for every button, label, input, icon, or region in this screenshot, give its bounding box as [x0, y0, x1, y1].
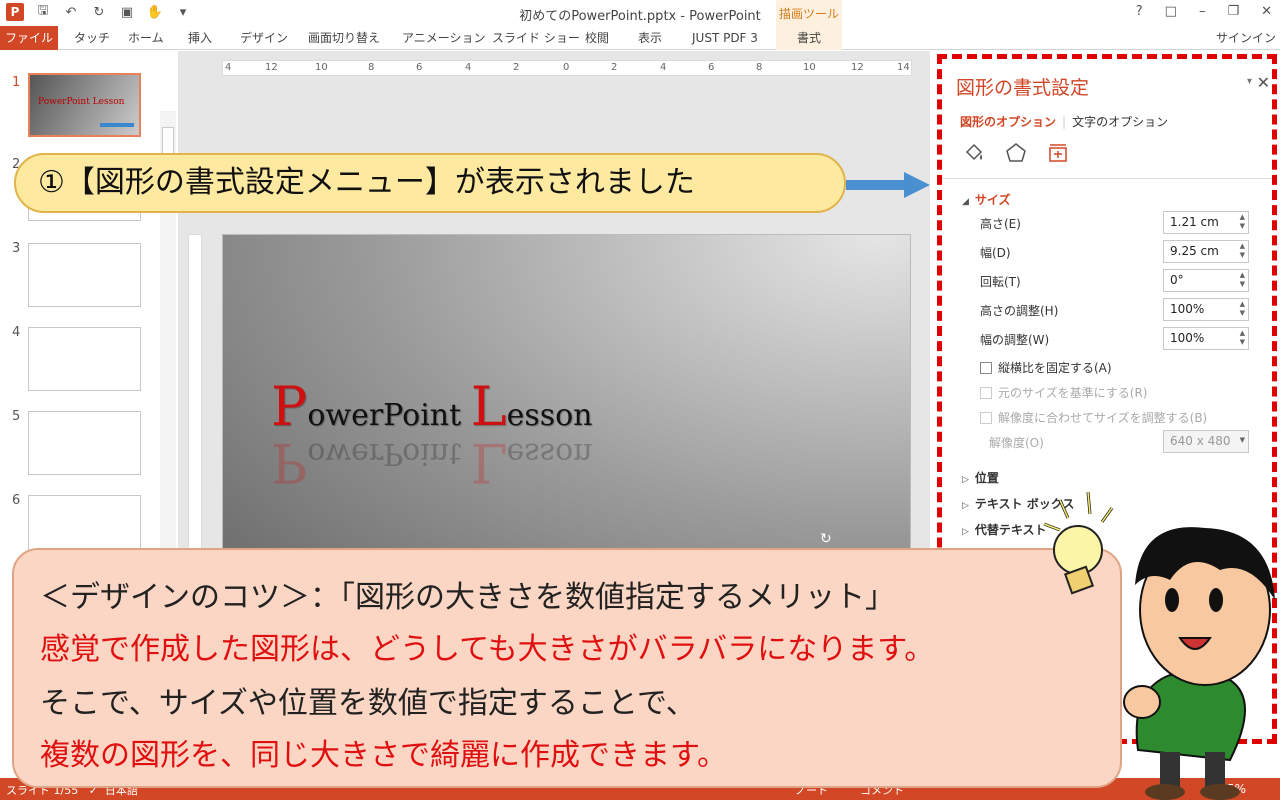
resolution-select: 640 x 480 ▼ [1163, 430, 1249, 453]
height-spinner[interactable]: 1.21 cm ▲ ▼ [1163, 211, 1249, 234]
callout-step-note: ①【図形の書式設定メニュー】が表示されました [14, 153, 846, 213]
thumb-accent-bar [100, 123, 134, 127]
ruler-label: 2 [611, 62, 618, 73]
ribbon-display-options-icon[interactable]: □ [1165, 4, 1177, 19]
tab-view[interactable]: 表示 [628, 26, 672, 50]
signin-link[interactable]: サインイン [1216, 26, 1276, 50]
size-properties-icon[interactable] [1046, 141, 1070, 165]
tab-touch[interactable]: タッチ [64, 26, 120, 50]
ruler-label: 2 [513, 62, 520, 73]
width-label: 幅(D) [980, 246, 1011, 260]
callout-design-tip: ＜デザインのコツ＞：「図形の大きさを数値指定するメリット」 感覚で作成した図形は… [12, 548, 1122, 788]
ruler-label: 0 [563, 62, 570, 73]
tab-text-options[interactable]: 文字のオプション [1072, 115, 1168, 129]
pane-category-icons [962, 141, 1070, 165]
slide-title-textbox[interactable]: PowerPoint Lesson [271, 375, 593, 438]
ruler-label: 4 [660, 62, 667, 73]
slide-thumbnail-4[interactable] [28, 327, 141, 391]
tab-format[interactable]: 書式 [776, 26, 842, 50]
ruler-label: 12 [851, 62, 864, 73]
width-spinner[interactable]: 9.25 cm ▲ ▼ [1163, 240, 1249, 263]
restore-icon[interactable]: ❐ [1227, 4, 1239, 19]
section-size-header[interactable]: ◢ サイズ [962, 191, 1011, 208]
rotation-label: 回転(T) [980, 275, 1021, 289]
pane-title: 図形の書式設定 [956, 77, 1090, 99]
tab-design[interactable]: デザイン [230, 26, 298, 50]
scale-width-label: 幅の調整(W) [980, 333, 1050, 347]
height-label: 高さ(E) [980, 217, 1021, 231]
pane-divider [942, 178, 1272, 179]
pane-tabs: 図形のオプション | 文字のオプション [960, 115, 1169, 129]
ribbon-tab-bar: ファイル タッチ ホーム 挿入 デザイン 画面切り替え アニメーション スライド… [0, 26, 1280, 50]
slide-title-reflection: PowerPoint Lesson [271, 431, 593, 494]
thumb-number: 4 [12, 325, 21, 340]
ruler-label: 6 [708, 62, 715, 73]
tip-line-2: そこで、サイズや位置を数値で指定することで、 [40, 686, 696, 721]
pane-options-icon[interactable]: ▾ [1247, 76, 1252, 87]
rotation-field-row: 回転(T) 0° ▲ ▼ [980, 269, 1250, 293]
ruler-label: 4 [465, 62, 472, 73]
lightbulb-icon [1043, 491, 1114, 595]
ruler-label: 4 [225, 62, 232, 73]
tip-line-1: 感覚で作成した図形は、どうしても大きさがバラバラになります。 [40, 632, 935, 667]
section-position-header[interactable]: ▷ 位置 [962, 469, 999, 486]
resolution-field-row: 解像度(O) 640 x 480 ▼ [980, 430, 1250, 454]
thumb-number: 5 [12, 409, 21, 424]
ruler-label: 10 [803, 62, 816, 73]
window-title: 初めてのPowerPoint.pptx - PowerPoint [519, 9, 761, 24]
tab-file[interactable]: ファイル [0, 26, 58, 50]
pane-close-icon[interactable]: ✕ [1257, 73, 1270, 92]
thumb-number: 1 [12, 75, 21, 90]
resolution-label: 解像度(O) [989, 436, 1044, 450]
relative-original-checkbox: 元のサイズを基準にする(R) [980, 384, 1147, 401]
width-field-row: 幅(D) 9.25 cm ▲ ▼ [980, 240, 1250, 264]
tab-just-pdf[interactable]: JUST PDF 3 [682, 26, 768, 50]
scale-width-spinner[interactable]: 100% ▲ ▼ [1163, 327, 1249, 350]
slide-thumbnail-3[interactable] [28, 243, 141, 307]
thumb-number: 6 [12, 493, 21, 508]
close-icon[interactable]: ✕ [1261, 4, 1272, 19]
scale-height-field-row: 高さの調整(H) 100% ▲ ▼ [980, 298, 1250, 322]
slide-thumbnail-5[interactable] [28, 411, 141, 475]
fill-line-icon[interactable] [962, 141, 986, 165]
ruler-label: 8 [368, 62, 375, 73]
ruler-label: 6 [416, 62, 423, 73]
slide-thumbnail-1[interactable]: PowerPoint Lesson [28, 73, 141, 137]
ruler-label: 12 [265, 62, 278, 73]
rotation-spinner[interactable]: 0° ▲ ▼ [1163, 269, 1249, 292]
tab-insert[interactable]: 挿入 [178, 26, 222, 50]
tab-shape-options[interactable]: 図形のオプション [960, 115, 1056, 129]
thumb-number: 3 [12, 241, 21, 256]
title-bar: P 🖫 ↶ ↻ ▣ ✋ ▾ 初めてのPowerPoint.pptx - Powe… [0, 0, 1280, 26]
height-field-row: 高さ(E) 1.21 cm ▲ ▼ [980, 211, 1250, 235]
window-controls: ? □ – ❐ ✕ [1136, 4, 1272, 19]
tab-slideshow[interactable]: スライド ショー [482, 26, 590, 50]
thumb-title: PowerPoint Lesson [38, 97, 125, 107]
tip-line-3: 複数の図形を、同じ大きさで綺麗に作成できます。 [40, 738, 727, 773]
tab-animations[interactable]: アニメーション [392, 26, 496, 50]
scale-width-field-row: 幅の調整(W) 100% ▲ ▼ [980, 327, 1250, 351]
best-scale-checkbox: 解像度に合わせてサイズを調整する(B) [980, 409, 1207, 426]
effects-icon[interactable] [1004, 141, 1028, 165]
ruler-label: 8 [756, 62, 763, 73]
tab-home[interactable]: ホーム [118, 26, 174, 50]
scale-height-spinner[interactable]: 100% ▲ ▼ [1163, 298, 1249, 321]
ruler-label: 14 [897, 62, 910, 73]
rotate-handle-icon[interactable]: ↻ [820, 531, 832, 547]
tab-transitions[interactable]: 画面切り替え [298, 26, 390, 50]
tab-review[interactable]: 校閲 [575, 26, 619, 50]
scale-height-label: 高さの調整(H) [980, 304, 1059, 318]
lock-aspect-checkbox[interactable]: 縦横比を固定する(A) [980, 359, 1112, 376]
drawing-tools-group-label: 描画ツール [776, 0, 842, 26]
horizontal-ruler: 4 12 10 8 6 4 2 0 2 4 6 8 10 12 14 [222, 60, 912, 76]
pointer-arrow-icon [846, 172, 930, 198]
ruler-label: 10 [315, 62, 328, 73]
mascot-illustration [1043, 491, 1275, 800]
minimize-icon[interactable]: – [1199, 4, 1206, 19]
help-icon[interactable]: ? [1136, 4, 1143, 19]
tip-heading: ＜デザインのコツ＞：「図形の大きさを数値指定するメリット」 [40, 580, 895, 615]
